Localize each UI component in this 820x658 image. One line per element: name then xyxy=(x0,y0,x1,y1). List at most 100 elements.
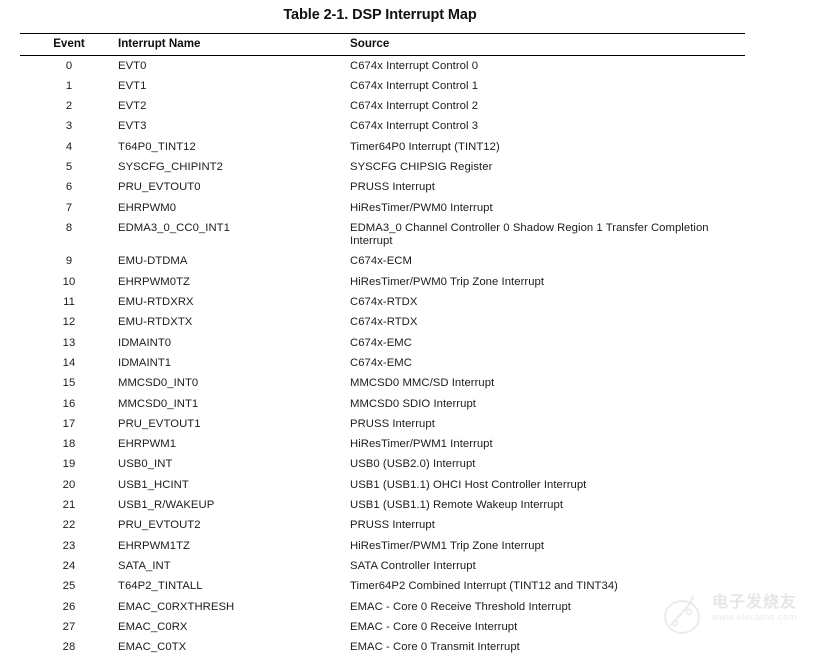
cell-interrupt-name: SATA_INT xyxy=(118,559,171,572)
cell-interrupt-name: T64P2_TINTALL xyxy=(118,580,203,593)
cell-source: HiResTimer/PWM0 Interrupt xyxy=(350,201,493,214)
cell-event: 7 xyxy=(65,201,73,214)
cell-source: USB0 (USB2.0) Interrupt xyxy=(350,458,476,471)
cell-event: 2 xyxy=(65,100,73,113)
table-row: 14 IDMAINT1 C674x-EMC xyxy=(20,353,745,373)
cell-source: C674x-RTDX xyxy=(350,296,418,309)
cell-source: C674x-EMC xyxy=(350,356,412,369)
cell-event: 21 xyxy=(62,499,76,512)
cell-interrupt-name: EDMA3_0_CC0_INT1 xyxy=(118,221,230,234)
cell-source: MMCSD0 MMC/SD Interrupt xyxy=(350,377,495,390)
cell-event: 28 xyxy=(62,641,76,654)
cell-source: HiResTimer/PWM1 Interrupt xyxy=(350,438,493,451)
cell-event: 20 xyxy=(62,478,76,491)
cell-event: 9 xyxy=(65,255,73,268)
cell-source: PRUSS Interrupt xyxy=(350,181,435,194)
cell-event: 4 xyxy=(65,140,73,153)
cell-interrupt-name: MMCSD0_INT1 xyxy=(118,397,199,410)
cell-interrupt-name: IDMAINT0 xyxy=(118,336,172,349)
cell-interrupt-name: T64P0_TINT12 xyxy=(118,140,196,153)
cell-interrupt-name: IDMAINT1 xyxy=(118,356,172,369)
cell-event: 22 xyxy=(62,519,76,532)
table-row: 5 SYSCFG_CHIPINT2 SYSCFG CHIPSIG Register xyxy=(20,157,745,177)
cell-source: HiResTimer/PWM0 Trip Zone Interrupt xyxy=(350,275,545,288)
cell-event: 10 xyxy=(62,275,76,288)
cell-interrupt-name: EVT0 xyxy=(118,59,147,72)
table-row: 27 EMAC_C0RX EMAC - Core 0 Receive Interru… xyxy=(20,617,745,637)
cell-interrupt-name: SYSCFG_CHIPINT2 xyxy=(118,161,223,174)
cell-interrupt-name: EHRPWM1TZ xyxy=(118,539,190,552)
cell-source: C674x Interrupt Control 3 xyxy=(350,120,479,133)
table-row: 1 EVT1 C674x Interrupt Control 1 xyxy=(20,76,745,96)
interrupt-map-body-grid: 0 EVT0 C674x Interrupt Control 0 1 EVT1 C674x… xyxy=(20,56,745,658)
table-row: 23 EHRPWM1TZ HiResTimer/PWM1 Trip Zone Int… xyxy=(20,536,745,556)
cell-interrupt-name: USB1_R/WAKEUP xyxy=(118,499,215,512)
cell-source: SYSCFG CHIPSIG Register xyxy=(350,161,493,174)
table-row: 2 EVT2 C674x Interrupt Control 2 xyxy=(20,97,745,117)
table-caption: Table 2-1. DSP Interrupt Map xyxy=(283,7,477,23)
cell-event: 13 xyxy=(62,336,76,349)
cell-source: C674x Interrupt Control 1 xyxy=(350,79,479,92)
cell-interrupt-name: EMAC_C0TX xyxy=(118,641,187,654)
cell-source: SATA Controller Interrupt xyxy=(350,559,476,572)
cell-event: 11 xyxy=(63,296,75,309)
cell-source: EDMA3_0 Channel Controller 0 Shadow Regi… xyxy=(350,221,709,248)
table-row: 13 IDMAINT0 C674x-EMC xyxy=(20,333,745,353)
table-row: 28 EMAC_C0TX EMAC - Core 0 Transmit Interr… xyxy=(20,638,745,658)
cell-event: 23 xyxy=(62,539,76,552)
header-row: Event Interrupt Name Source xyxy=(20,34,745,55)
table-row: 22 PRU_EVTOUT2 PRUSS Interrupt xyxy=(20,516,745,536)
table-header: Event Interrupt Name Source xyxy=(20,34,745,55)
cell-interrupt-name: PRU_EVTOUT2 xyxy=(118,519,201,532)
table-row: 6 PRU_EVTOUT0 PRUSS Interrupt xyxy=(20,178,745,198)
cell-event: 12 xyxy=(62,316,76,329)
cell-event: 18 xyxy=(62,438,76,451)
table-row: 11 EMU-RTDXRX C674x-RTDX xyxy=(20,292,745,312)
table-row: 17 PRU_EVTOUT1 PRUSS Interrupt xyxy=(20,414,745,434)
cell-interrupt-name: MMCSD0_INT0 xyxy=(118,377,199,390)
table-row: 3 EVT3 C674x Interrupt Control 3 xyxy=(20,117,745,137)
cell-source: C674x Interrupt Control 2 xyxy=(350,100,479,113)
cell-event: 16 xyxy=(62,397,76,410)
cell-event: 19 xyxy=(62,458,76,471)
cell-event: 0 xyxy=(65,59,73,72)
cell-interrupt-name: EVT1 xyxy=(118,79,147,92)
table-row: 21 USB1_R/WAKEUP USB1 (USB1.1) Remote Wake… xyxy=(20,495,745,515)
cell-interrupt-name: USB1_HCINT xyxy=(118,478,189,491)
cell-event: 6 xyxy=(65,181,73,194)
table-row: 24 SATA_INT SATA Controller Interrupt xyxy=(20,556,745,576)
table-row: 18 EHRPWM1 HiResTimer/PWM1 Interrupt xyxy=(20,435,745,455)
table-row: 26 EMAC_C0RXTHRESH EMAC - Core 0 Receive T… xyxy=(20,597,745,617)
table-row: 15 MMCSD0_INT0 MMCSD0 MMC/SD Interrupt xyxy=(20,374,745,394)
cell-event: 26 xyxy=(62,600,76,613)
cell-source: USB1 (USB1.1) OHCI Host Controller Inter… xyxy=(350,478,587,491)
table-row: 19 USB0_INT USB0 (USB2.0) Interrupt xyxy=(20,455,745,475)
cell-source: C674x-EMC xyxy=(350,336,412,349)
table-row: 0 EVT0 C674x Interrupt Control 0 xyxy=(20,56,745,76)
cell-interrupt-name: EMAC_C0RX xyxy=(118,620,188,633)
cell-interrupt-name: EVT3 xyxy=(118,120,147,133)
column-header-source: Source xyxy=(350,37,390,50)
table-row: 10 EHRPWM0TZ HiResTimer/PWM0 Trip Zone Int… xyxy=(20,272,745,292)
table-row: 16 MMCSD0_INT1 MMCSD0 SDIO Interrupt xyxy=(20,394,745,414)
cell-source: Timer64P2 Combined Interrupt (TINT12 and… xyxy=(350,580,618,593)
cell-event: 3 xyxy=(65,120,73,133)
cell-source: MMCSD0 SDIO Interrupt xyxy=(350,397,476,410)
cell-source: HiResTimer/PWM1 Trip Zone Interrupt xyxy=(350,539,545,552)
cell-source: EMAC - Core 0 Transmit Interrupt xyxy=(350,641,520,654)
cell-source: PRUSS Interrupt xyxy=(350,417,435,430)
table-row: 8 EDMA3_0_CC0_INT1 EDMA3_0 Channel Control… xyxy=(20,218,745,252)
table-body: 0 EVT0 C674x Interrupt Control 0 1 EVT1 C674x… xyxy=(20,56,745,658)
table-row: 25 T64P2_TINTALL Timer64P2 Combined Interr… xyxy=(20,577,745,597)
cell-source: EMAC - Core 0 Receive Interrupt xyxy=(350,620,518,633)
table-row: 7 EHRPWM0 HiResTimer/PWM0 Interrupt xyxy=(20,198,745,218)
cell-source: C674x-ECM xyxy=(350,255,412,268)
table-row: 20 USB1_HCINT USB1 (USB1.1) OHCI Host Cont… xyxy=(20,475,745,495)
cell-interrupt-name: PRU_EVTOUT0 xyxy=(118,181,201,194)
cell-source: C674x-RTDX xyxy=(350,316,418,329)
cell-event: 27 xyxy=(62,620,76,633)
cell-interrupt-name: EMU-RTDXRX xyxy=(118,296,194,309)
cell-event: 8 xyxy=(65,221,73,234)
table-row: 9 EMU-DTDMA C674x-ECM xyxy=(20,252,745,272)
cell-source: Timer64P0 Interrupt (TINT12) xyxy=(350,140,500,153)
